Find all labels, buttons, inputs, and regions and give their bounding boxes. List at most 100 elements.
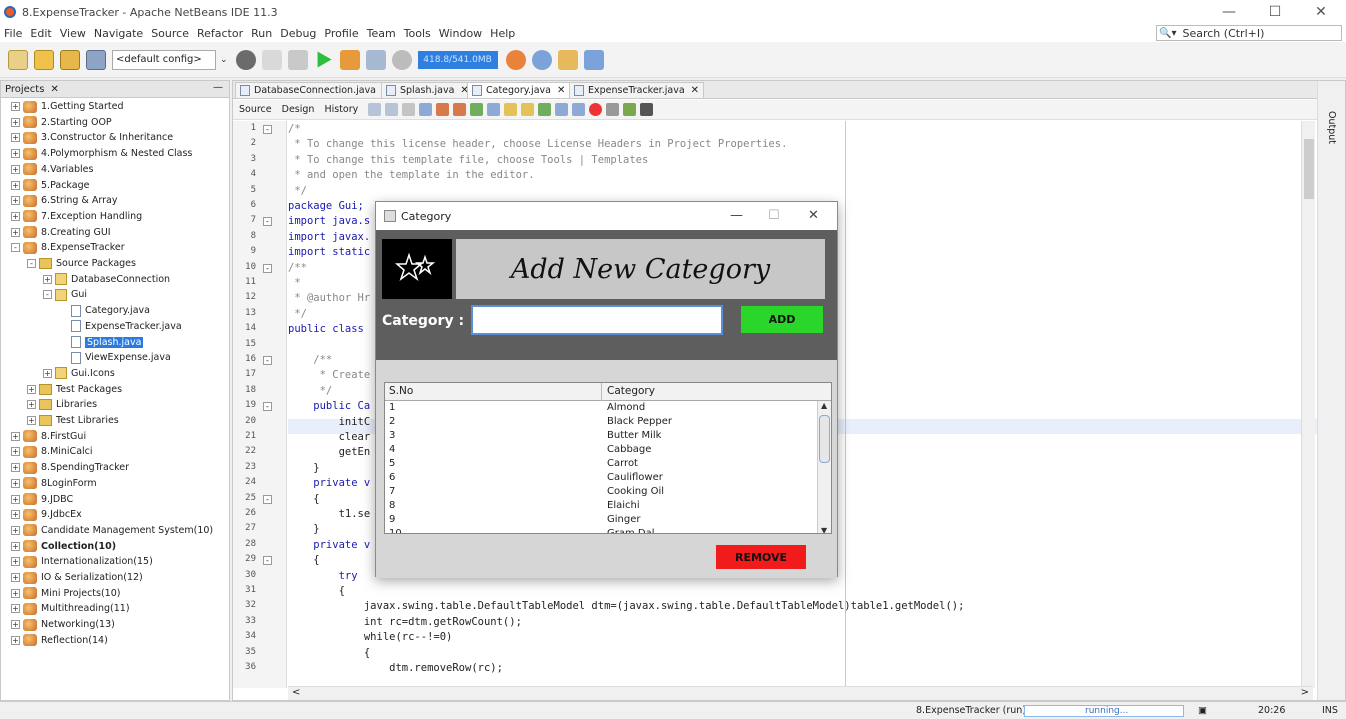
code-line[interactable]: * @author Hr	[288, 292, 370, 307]
expand-icon[interactable]: +	[11, 164, 20, 174]
maximize-button[interactable]: ☐	[1252, 0, 1298, 24]
code-line[interactable]: dtm.removeRow(rc);	[288, 662, 503, 677]
remove-button[interactable]: REMOVE	[716, 545, 806, 569]
hammer-icon[interactable]	[261, 49, 282, 70]
scroll-thumb[interactable]	[1304, 139, 1314, 199]
gc-alt-icon[interactable]	[531, 49, 552, 70]
dialog-minimize-button[interactable]: —	[730, 208, 743, 223]
tree-item[interactable]: +8.FirstGui	[11, 429, 86, 444]
tree-item[interactable]: +9.JDBC	[11, 492, 73, 507]
code-line[interactable]: *	[288, 277, 300, 292]
design-view-button[interactable]: Design	[282, 104, 315, 115]
fold-toggle-icon[interactable]: -	[263, 217, 272, 227]
back-icon[interactable]	[368, 103, 382, 116]
code-line[interactable]: package Gui;	[288, 200, 364, 215]
shift-right-icon[interactable]	[572, 103, 586, 116]
menu-source[interactable]: Source	[151, 27, 189, 40]
code-line[interactable]: * To change this license header, choose …	[288, 138, 787, 153]
tree-item[interactable]: - 8.ExpenseTracker	[11, 240, 125, 255]
tree-item[interactable]: +4.Polymorphism & Nested Class	[11, 146, 192, 161]
expand-icon[interactable]: +	[11, 557, 20, 567]
open-project-icon[interactable]	[60, 49, 80, 70]
table-row[interactable]: 9 Ginger	[385, 514, 817, 528]
memory-indicator[interactable]: 418.8/541.0MB	[417, 50, 498, 69]
code-line[interactable]: t1.se	[288, 508, 371, 523]
menu-edit[interactable]: Edit	[30, 27, 51, 40]
collapse-icon[interactable]: -	[27, 259, 36, 268]
code-line[interactable]: while(rc--!=0)	[288, 631, 453, 646]
find-prev-icon[interactable]	[436, 103, 450, 116]
fold-toggle-icon[interactable]: -	[263, 556, 272, 566]
tree-item[interactable]: + Gui.Icons	[43, 366, 115, 381]
code-line[interactable]: public Ca	[288, 400, 370, 415]
search-input[interactable]: 🔍▾ Search (Ctrl+I)	[1156, 25, 1342, 41]
stop-macro-icon[interactable]	[606, 103, 620, 116]
tree-item[interactable]: +8.Creating GUI	[11, 225, 111, 240]
code-line[interactable]: */	[288, 308, 307, 323]
expand-icon[interactable]: +	[11, 541, 20, 551]
code-line[interactable]: import javax.	[288, 231, 370, 246]
table-row[interactable]: 4 Cabbage	[385, 444, 817, 458]
scroll-up-icon[interactable]: ▲	[821, 401, 827, 410]
expand-icon[interactable]: +	[27, 384, 36, 394]
tree-item[interactable]: + Networking(13)	[11, 617, 115, 632]
category-table[interactable]: S.No Category 1 Almond 2 Black Pepper 3 Butte…	[384, 382, 832, 534]
tab-splash[interactable]: Splash.java ✕	[381, 82, 474, 98]
table-row[interactable]: 2 Black Pepper	[385, 416, 817, 430]
tree-item[interactable]: +2.Starting OOP	[11, 115, 112, 130]
tree-item[interactable]: + IO & Serialization(12)	[11, 570, 143, 585]
tree-item[interactable]: + Internationalization(15)	[11, 554, 153, 569]
code-line[interactable]: * To change this template file, choose T…	[288, 154, 648, 169]
menu-navigate[interactable]: Navigate	[94, 27, 143, 40]
gc-icon[interactable]	[505, 49, 526, 70]
expand-icon[interactable]: +	[43, 274, 52, 284]
menu-window[interactable]: Window	[439, 27, 482, 40]
close-icon[interactable]: ✕	[557, 85, 565, 96]
code-line[interactable]: initC	[288, 416, 371, 431]
last-edit-icon[interactable]	[402, 103, 416, 116]
source-view-button[interactable]: Source	[239, 104, 272, 115]
config-select[interactable]: <default config>	[112, 49, 216, 70]
tree-item[interactable]: - Source Packages	[27, 256, 136, 271]
tree-item[interactable]: + Libraries	[27, 397, 97, 412]
fold-toggle-icon[interactable]: -	[263, 494, 272, 504]
progress-bar[interactable]: running...	[1024, 705, 1184, 717]
table-row[interactable]: 3 Butter Milk	[385, 430, 817, 444]
code-line[interactable]: /*	[288, 123, 301, 138]
fold-toggle-icon[interactable]: -	[263, 356, 272, 365]
expand-icon[interactable]: +	[11, 149, 20, 159]
table-row[interactable]: 7 Cooking Oil	[385, 486, 817, 500]
add-button[interactable]: ADD	[741, 306, 823, 333]
fold-toggle-icon[interactable]: -	[263, 125, 272, 134]
tree-item[interactable]: +9.JdbcEx	[11, 507, 82, 522]
menu-debug[interactable]: Debug	[280, 27, 316, 40]
editor-horizontal-scrollbar[interactable]: < >	[288, 686, 1313, 700]
expand-icon[interactable]: +	[11, 117, 20, 127]
tree-item[interactable]: +7.Exception Handling	[11, 209, 142, 224]
output-label[interactable]: Output	[1326, 111, 1337, 144]
minimize-panel-icon[interactable]: —	[213, 82, 223, 93]
expand-icon[interactable]: +	[11, 133, 20, 143]
record-macro-icon[interactable]	[589, 103, 603, 116]
run-icon[interactable]	[317, 51, 332, 68]
find-icon[interactable]	[419, 103, 433, 116]
code-line[interactable]: {	[288, 554, 319, 569]
expand-icon[interactable]: +	[11, 604, 20, 614]
table-row[interactable]: 8 Elaichi	[385, 500, 817, 514]
tree-item[interactable]: Category.java	[59, 303, 150, 318]
tree-item[interactable]: +6.String & Array	[11, 193, 117, 208]
expand-icon[interactable]: +	[11, 525, 20, 535]
category-input[interactable]	[471, 305, 723, 335]
next-bookmark-icon[interactable]	[521, 103, 535, 116]
expand-icon[interactable]: +	[11, 196, 20, 206]
expand-icon[interactable]: +	[11, 494, 20, 504]
code-line[interactable]: {	[288, 493, 319, 508]
scroll-thumb[interactable]	[819, 415, 830, 463]
chevron-down-icon[interactable]: ⌄	[220, 55, 228, 65]
history-icon[interactable]	[391, 49, 412, 70]
expand-icon[interactable]: +	[27, 400, 36, 410]
scroll-down-icon[interactable]: ▼	[821, 526, 827, 533]
redo-icon[interactable]	[583, 49, 604, 70]
toggle-highlight-icon[interactable]	[470, 103, 484, 116]
scroll-left-icon[interactable]: <	[292, 687, 300, 698]
